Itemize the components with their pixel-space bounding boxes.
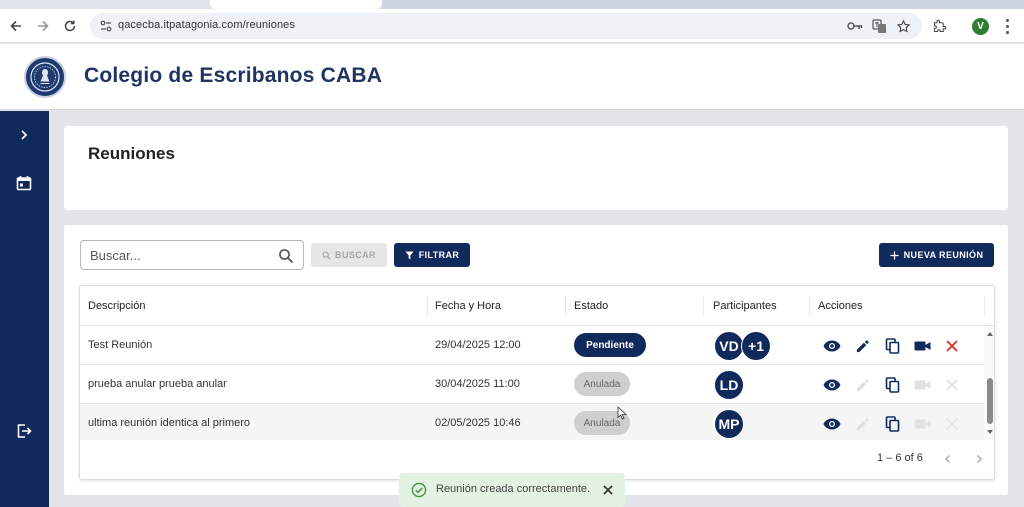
search-icon — [322, 251, 331, 260]
url-text[interactable]: qacecba.itpatagonia.com/reuniones — [118, 19, 295, 31]
page-header-card: Reuniones — [64, 126, 1008, 210]
site-info-icon[interactable] — [98, 18, 114, 34]
cancel-icon[interactable] — [943, 337, 961, 355]
mouse-cursor-icon — [617, 406, 628, 420]
copy-icon[interactable] — [883, 337, 901, 355]
edit-icon — [853, 376, 871, 394]
cell-fecha: 30/04/2025 11:00 — [435, 378, 520, 390]
star-icon[interactable] — [895, 18, 911, 34]
edit-icon — [853, 415, 871, 433]
search-input[interactable] — [90, 247, 270, 264]
cancel-icon — [943, 376, 961, 394]
column-header-fecha[interactable]: Fecha y Hora — [435, 300, 501, 312]
copy-icon[interactable] — [883, 376, 901, 394]
cell-descripcion: ultima reunión identica al primero — [88, 417, 251, 429]
meetings-table: Descripción Fecha y Hora Estado Particip… — [79, 285, 995, 480]
scroll-down-icon[interactable] — [987, 430, 993, 434]
forward-icon[interactable] — [33, 16, 53, 36]
search-field[interactable] — [80, 240, 304, 270]
page-title: Reuniones — [88, 144, 175, 163]
column-divider — [809, 296, 810, 316]
reload-icon[interactable] — [60, 16, 80, 36]
search-icon[interactable] — [278, 248, 294, 264]
cell-descripcion: prueba anular prueba anular — [88, 378, 227, 390]
toast-message: Reunión creada correctamente. — [436, 483, 591, 495]
column-header-participantes[interactable]: Participantes — [713, 300, 777, 312]
status-badge: Anulada — [574, 372, 630, 396]
column-divider — [565, 296, 566, 316]
profile-avatar[interactable]: V — [972, 18, 989, 35]
column-header-acciones: Acciones — [818, 300, 863, 312]
view-icon[interactable] — [823, 337, 841, 355]
back-icon[interactable] — [6, 16, 26, 36]
meetings-card: BUSCAR FILTRAR NUEVA REUNIÓN Descripción… — [64, 225, 1008, 495]
table-header: Descripción Fecha y Hora Estado Particip… — [80, 286, 994, 326]
cell-fecha: 29/04/2025 12:00 — [435, 339, 521, 351]
column-divider — [984, 296, 985, 316]
participant-avatar[interactable]: LD — [714, 370, 744, 400]
previous-page-icon[interactable] — [939, 450, 957, 468]
page-range: 1 – 6 of 6 — [877, 452, 923, 464]
success-toast: Reunión creada correctamente. — [399, 473, 625, 507]
table-row[interactable]: prueba anular prueba anular 30/04/2025 1… — [80, 365, 984, 404]
participant-avatar[interactable]: VD — [714, 331, 744, 361]
calendar-icon[interactable] — [14, 173, 34, 193]
participant-avatar[interactable]: MP — [714, 409, 744, 439]
scroll-up-icon[interactable] — [987, 332, 993, 336]
sidebar — [0, 111, 49, 507]
buscar-label: BUSCAR — [335, 250, 376, 260]
filtrar-button[interactable]: FILTRAR — [394, 243, 470, 267]
filtrar-label: FILTRAR — [418, 250, 460, 260]
scrollbar-thumb[interactable] — [987, 378, 993, 424]
view-icon[interactable] — [823, 376, 841, 394]
view-icon[interactable] — [823, 415, 841, 433]
more-icon[interactable] — [1002, 18, 1012, 35]
check-circle-icon — [411, 482, 427, 498]
column-header-descripcion[interactable]: Descripción — [88, 300, 145, 312]
browser-toolbar: qacecba.itpatagonia.com/reuniones V — [0, 9, 1024, 43]
copy-icon[interactable] — [883, 415, 901, 433]
edit-icon[interactable] — [853, 337, 871, 355]
table-scrollbar[interactable] — [984, 326, 994, 440]
column-header-estado[interactable]: Estado — [574, 300, 608, 312]
colegio-logo-icon — [24, 56, 66, 98]
videocam-icon — [913, 415, 931, 433]
app-header: Colegio de Escribanos CABA — [0, 44, 1024, 110]
next-page-icon[interactable] — [970, 450, 988, 468]
videocam-icon — [913, 376, 931, 394]
status-badge: Pendiente — [574, 333, 646, 357]
cancel-icon — [943, 415, 961, 433]
nueva-reunion-button[interactable]: NUEVA REUNIÓN — [879, 243, 994, 267]
key-icon[interactable] — [847, 18, 863, 34]
participant-more-avatar[interactable]: +1 — [741, 331, 771, 361]
cell-descripcion: Test Reunión — [88, 339, 153, 351]
nueva-reunion-label: NUEVA REUNIÓN — [903, 250, 984, 260]
extensions-icon[interactable] — [931, 18, 947, 34]
app-title: Colegio de Escribanos CABA — [84, 64, 383, 87]
browser-tab-active[interactable] — [210, 0, 382, 9]
translate-icon[interactable] — [871, 18, 887, 34]
browser-tab-strip-right — [382, 0, 1024, 9]
column-divider — [427, 296, 428, 316]
logout-icon[interactable] — [14, 421, 34, 441]
chevron-right-icon[interactable] — [14, 125, 34, 145]
table-row[interactable]: ultima reunión identica al primero 02/05… — [80, 404, 984, 443]
close-icon[interactable] — [600, 482, 616, 498]
table-row[interactable]: Test Reunión 29/04/2025 12:00 Pendiente … — [80, 326, 984, 365]
videocam-icon[interactable] — [913, 337, 931, 355]
plus-icon — [890, 250, 899, 260]
filter-icon — [405, 250, 414, 260]
cell-fecha: 02/05/2025 10:46 — [435, 417, 521, 429]
address-bar[interactable]: qacecba.itpatagonia.com/reuniones — [90, 13, 922, 39]
buscar-button[interactable]: BUSCAR — [311, 243, 387, 267]
column-divider — [703, 296, 704, 316]
browser-tabstrip — [0, 0, 1024, 9]
